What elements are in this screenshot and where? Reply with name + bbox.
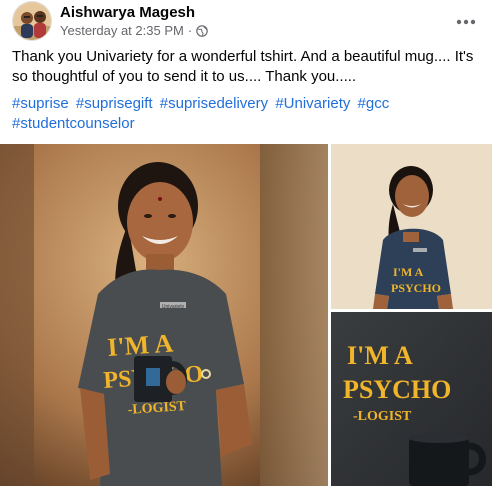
meta-separator: · (187, 23, 193, 38)
hashtag-link[interactable]: #Univariety (275, 95, 350, 112)
post-header: Aishwarya Magesh Yesterday at 2:35 PM · (12, 0, 484, 44)
post-text: Thank you Univariety for a wonderful tsh… (12, 48, 474, 85)
hashtag-link[interactable]: #studentcounselor (12, 115, 135, 132)
hashtag-link[interactable]: #suprise (12, 95, 69, 112)
photo-top-right[interactable]: I'M A PSYCHO (331, 144, 492, 309)
more-horizontal-icon (456, 12, 476, 30)
hashtag-link[interactable]: #suprisegift (76, 95, 153, 112)
shirt-print-large-line1: I'M A (347, 341, 413, 370)
hashtag-list: #suprise #suprisegift #suprisedelivery #… (12, 94, 432, 134)
post-meta: Yesterday at 2:35 PM · (60, 23, 208, 38)
avatar[interactable] (12, 1, 52, 41)
globe-icon[interactable] (196, 24, 208, 37)
facebook-post: Aishwarya Magesh Yesterday at 2:35 PM · (0, 0, 492, 486)
shirt-print-large-line3: -LOGIST (353, 409, 412, 424)
hashtag-link[interactable]: #gcc (358, 95, 390, 112)
photo-main[interactable]: Univariety I'M A PSYCHO -LOGIST (0, 144, 328, 486)
shirt-print-large-line2: PSYCHO (343, 375, 451, 404)
photo-grid: Univariety I'M A PSYCHO -LOGIST (0, 144, 492, 486)
photo-bottom-right[interactable]: I'M A PSYCHO -LOGIST (331, 312, 492, 486)
shirt-print-line2-small: PSYCHO (391, 281, 441, 295)
post-timestamp[interactable]: Yesterday at 2:35 PM (60, 23, 184, 38)
shirt-logo: Univariety (162, 304, 185, 310)
more-options-button[interactable] (448, 5, 484, 37)
shirt-print-line1-small: I'M A (393, 265, 424, 279)
author-name[interactable]: Aishwarya Magesh (60, 4, 195, 21)
hashtag-link[interactable]: #suprisedelivery (160, 95, 268, 112)
